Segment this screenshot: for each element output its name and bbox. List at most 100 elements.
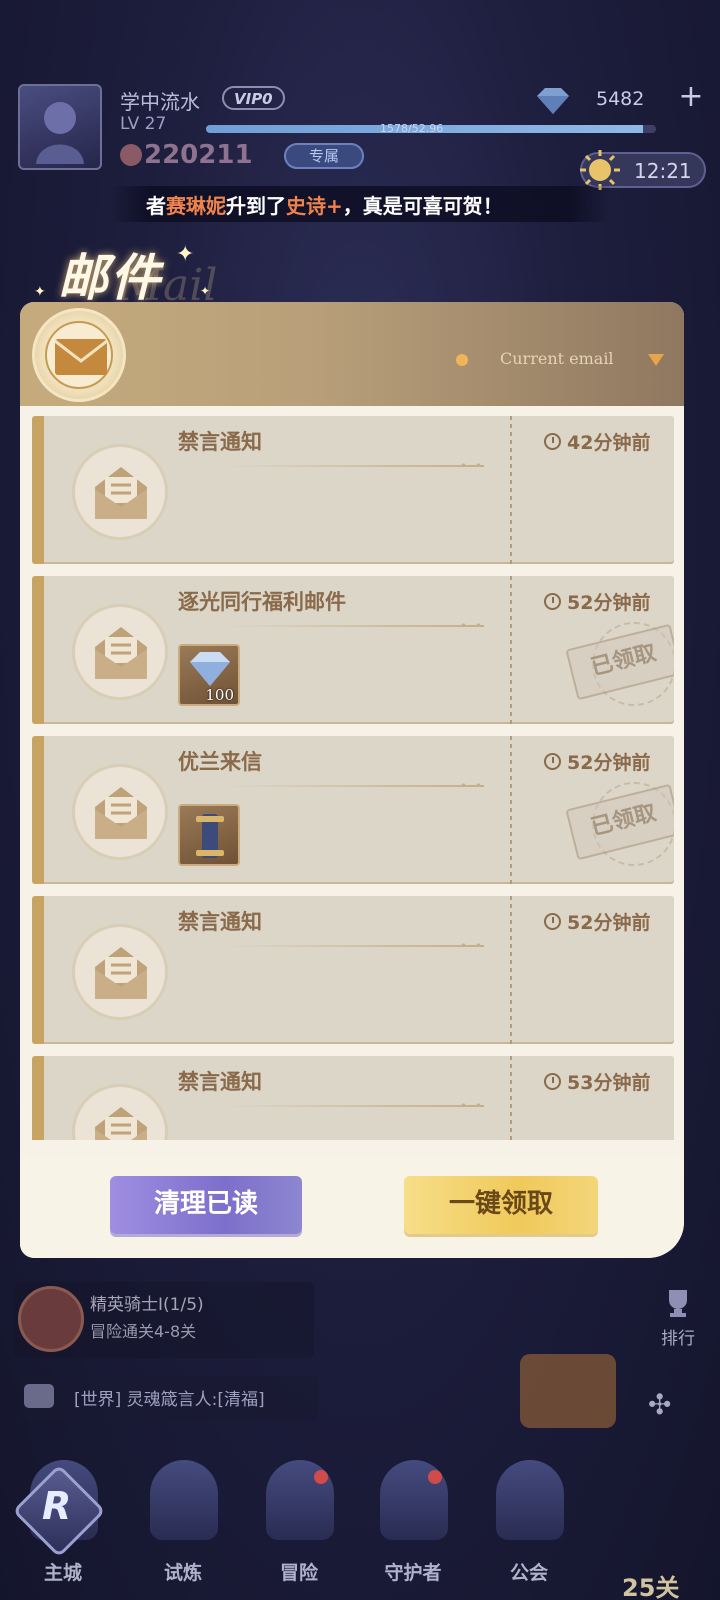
chat-message: [世界] 灵魂箴言人:[清福]: [74, 1390, 265, 1410]
player-avatar[interactable]: [18, 84, 102, 170]
treasure-chest-button[interactable]: [520, 1354, 616, 1428]
open-envelope-icon: [72, 924, 168, 1020]
subject-dots: • •: [460, 939, 484, 953]
power-value: 220211: [144, 140, 253, 170]
player-level: LV 27: [120, 114, 167, 134]
mail-time: 53分钟前: [544, 1068, 650, 1095]
sparkle-icon: ✦: [176, 242, 195, 267]
subject-dots: • •: [460, 619, 484, 633]
chevron-down-icon[interactable]: [648, 354, 664, 366]
announcement-ticker: 者赛琳妮升到了史诗+，真是可喜可贺！: [110, 186, 610, 222]
mail-time: 52分钟前: [544, 588, 650, 615]
subject-underline: [224, 945, 484, 947]
mail-subject: 禁言通知: [178, 910, 262, 934]
subject-dots: • •: [460, 459, 484, 473]
subject-underline: [224, 785, 484, 787]
subject-underline: [224, 625, 484, 627]
world-chat[interactable]: [世界] 灵魂箴言人:[清福]: [18, 1376, 318, 1420]
sparkle-icon: ✦: [200, 284, 211, 298]
timer-text: 12:21: [634, 159, 692, 183]
mail-divider: [510, 896, 512, 1044]
mail-time: 52分钟前: [544, 748, 650, 775]
ranking-button[interactable]: 排行: [650, 1288, 706, 1349]
clear-read-button[interactable]: 清理已读: [110, 1176, 302, 1234]
nav-item[interactable]: 守护者: [358, 1440, 468, 1600]
pinwheel-icon[interactable]: ✣: [648, 1388, 671, 1421]
mail-subject: 优兰来信: [178, 750, 262, 774]
quest-subtitle: 冒险通关4-8关: [90, 1322, 197, 1341]
mail-item[interactable]: 禁言通知 • • 52分钟前: [32, 896, 674, 1044]
alert-dot: [314, 1470, 328, 1484]
diamond-reward-icon[interactable]: 100: [178, 644, 240, 706]
ranking-label: 排行: [661, 1329, 695, 1349]
mail-title: Mail 邮件 ✦ ✦ ✦: [30, 232, 290, 312]
add-gems-button[interactable]: +: [676, 80, 706, 114]
mail-badge: [32, 308, 126, 402]
claim-all-button[interactable]: 一键领取: [404, 1176, 598, 1234]
mail-subject: 逐光同行福利邮件: [178, 590, 346, 614]
quest-title: 精英骑士I(1/5): [90, 1295, 204, 1315]
trophy-icon: [669, 1290, 687, 1317]
clock-icon: [544, 593, 561, 610]
clock-icon: [544, 753, 561, 770]
mail-time: 42分钟前: [544, 428, 650, 455]
gem-icon: [537, 88, 569, 114]
mail-panel: Current email 禁言通知 • • 42分钟前逐光同行福利邮件 • • 52分…: [20, 302, 684, 1258]
open-envelope-icon: [72, 764, 168, 860]
mail-divider: [510, 576, 512, 724]
exp-text: 1578/52.96: [380, 122, 444, 135]
clock-icon: [544, 913, 561, 930]
mail-panel-header: Current email: [20, 302, 684, 406]
envelope-icon: [54, 339, 108, 375]
gem-count: 5482: [596, 88, 645, 110]
alert-dot: [428, 1470, 442, 1484]
event-timer[interactable]: 12:21: [580, 150, 706, 190]
mail-item[interactable]: 优兰来信 • • 52分钟前 已领取: [32, 736, 674, 884]
nav-item[interactable]: 试炼: [128, 1440, 238, 1600]
open-envelope-icon: [72, 604, 168, 700]
nav-item[interactable]: 公会: [474, 1440, 584, 1600]
reward-quantity: 100: [205, 686, 234, 704]
subject-underline: [224, 1105, 484, 1107]
player-name: 学中流水: [120, 90, 200, 114]
nav-icon: [496, 1460, 564, 1540]
clock-icon: [544, 433, 561, 450]
mail-time: 52分钟前: [544, 908, 650, 935]
filter-dot: [456, 354, 468, 366]
scroll-reward-icon[interactable]: [178, 804, 240, 866]
stage-progress: 25关: [622, 1574, 680, 1600]
exclusive-button[interactable]: 专属: [284, 143, 364, 169]
vip-badge[interactable]: VIP0: [222, 86, 285, 110]
filter-dropdown[interactable]: Current email: [500, 349, 614, 368]
mail-subject: 禁言通知: [178, 1070, 262, 1094]
mail-item[interactable]: 禁言通知 • • 53分钟前: [32, 1056, 674, 1140]
open-envelope-icon: [72, 1084, 168, 1140]
nav-label: 冒险: [279, 1562, 318, 1584]
nav-label: 主城: [43, 1562, 82, 1584]
ticker-text: 者赛琳妮升到了史诗+，真是可喜可贺！: [146, 194, 503, 218]
bottom-nav: 主城 试炼 冒险 守护者 公会: [0, 1440, 720, 1600]
subject-underline: [224, 465, 484, 467]
subject-dots: • •: [460, 1099, 484, 1113]
nav-label: 公会: [509, 1562, 548, 1584]
mail-divider: [510, 416, 512, 564]
quest-tracker[interactable]: 精英骑士I(1/5) 冒险通关4-8关: [14, 1282, 314, 1358]
quest-icon: [18, 1286, 84, 1352]
mail-divider: [510, 736, 512, 884]
clock-icon: [544, 1073, 561, 1090]
mail-subject: 禁言通知: [178, 430, 262, 454]
nav-label: 试炼: [163, 1562, 202, 1584]
chat-icon: [24, 1384, 54, 1408]
mail-list[interactable]: 禁言通知 • • 42分钟前 逐光同行福利邮件 • • 52分钟前 100 已领取 优兰来信 • …: [32, 416, 674, 1140]
mail-item[interactable]: 禁言通知 • • 42分钟前: [32, 416, 674, 564]
nav-label: 守护者: [384, 1562, 442, 1584]
sparkle-icon: ✦: [34, 284, 46, 300]
mail-item[interactable]: 逐光同行福利邮件 • • 52分钟前 100 已领取: [32, 576, 674, 724]
mail-actions: 清理已读 一键领取: [20, 1154, 684, 1258]
nav-item[interactable]: 冒险: [244, 1440, 354, 1600]
subject-dots: • •: [460, 779, 484, 793]
power-icon: [120, 144, 142, 166]
mail-divider: [510, 1056, 512, 1140]
nav-icon: [150, 1460, 218, 1540]
mail-title-text: 邮件: [58, 249, 162, 307]
